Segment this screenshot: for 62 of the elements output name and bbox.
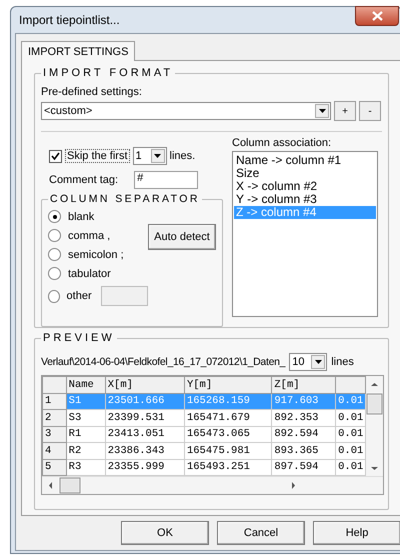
dialog-button[interactable]: OK (121, 521, 209, 545)
table-cell: 892.594 (272, 426, 336, 442)
column-header: X[m] (105, 376, 184, 393)
window-title: Import tiepointlist... (19, 13, 120, 27)
checkbox-label[interactable]: Skip the first (65, 149, 130, 163)
radio-label[interactable]: comma , (68, 230, 110, 242)
table-cell: 0.01 (336, 393, 366, 410)
remove-button[interactable]: - (359, 101, 381, 121)
table-cell: 23413.051 (105, 426, 184, 442)
list-item[interactable]: X -> column #2 (234, 180, 376, 193)
radio-button[interactable] (48, 248, 61, 261)
list-item[interactable]: Name -> column #1 (234, 154, 376, 167)
radio-label[interactable]: blank (68, 210, 94, 222)
field-label: Comment tag: (49, 174, 118, 186)
radio-label[interactable]: semicolon ; (68, 248, 124, 260)
row-header[interactable]: 2 (42, 410, 66, 426)
row-header[interactable]: 4 (42, 442, 66, 459)
radio-button[interactable] (48, 267, 61, 280)
column-header: Y[m] (184, 376, 272, 393)
radio-button[interactable] (48, 229, 61, 242)
lines-dropdown[interactable]: 10 (289, 353, 328, 371)
radio-label[interactable]: other (66, 290, 92, 302)
table-cell: 23399.531 (105, 410, 184, 426)
table-cell: 165475.981 (184, 442, 272, 459)
field-label: Pre-defined settings: (41, 86, 143, 98)
table-cell: 23501.666 (105, 393, 184, 410)
list-item[interactable]: Size (234, 167, 376, 180)
table-cell: 23386.343 (105, 442, 184, 459)
file-path: Verlauf\2014-06-04\Feldkofel_16_17_072012\1_Daten_ (41, 356, 286, 368)
table-cell: R1 (66, 426, 106, 442)
close-button[interactable] (355, 6, 399, 26)
radio-label[interactable]: tabulator (68, 268, 111, 280)
table-cell: 165473.065 (184, 426, 272, 442)
table-cell: R2 (66, 442, 106, 459)
table-cell: 165471.679 (184, 410, 272, 426)
lines-dropdown[interactable]: 1 (132, 147, 167, 165)
row-header[interactable]: 3 (42, 426, 66, 442)
settings-dropdown[interactable]: <custom> (41, 102, 331, 120)
table-cell: S3 (66, 410, 106, 426)
add-button[interactable]: + (334, 101, 356, 121)
list-item[interactable]: Y -> column #3 (234, 193, 376, 206)
row-header[interactable]: 5 (42, 459, 66, 476)
column-header: Name (66, 376, 106, 393)
radio-button[interactable] (48, 210, 61, 223)
row-header[interactable]: 1 (42, 393, 66, 410)
unit-label: lines. (170, 150, 196, 162)
dialog-button[interactable]: Help (313, 521, 400, 545)
comment-tag-field[interactable]: # (134, 171, 198, 189)
table-cell: 917.603 (272, 393, 336, 410)
table-cell: 165268.159 (184, 393, 272, 410)
table-cell: 893.365 (272, 442, 336, 459)
radio-button[interactable] (48, 290, 60, 302)
checkbox[interactable] (49, 150, 62, 162)
table-cell: S1 (66, 393, 106, 410)
table-cell: 892.353 (272, 410, 336, 426)
unit-label: lines (331, 356, 354, 368)
auto-detect-button[interactable]: Auto detect (148, 224, 216, 250)
list-label: Column association: (232, 137, 332, 149)
tab[interactable]: IMPORT SETTINGS (21, 41, 136, 61)
dialog-button[interactable]: Cancel (217, 521, 305, 545)
column-header: Z[m] (272, 376, 336, 393)
close-icon (372, 11, 382, 21)
